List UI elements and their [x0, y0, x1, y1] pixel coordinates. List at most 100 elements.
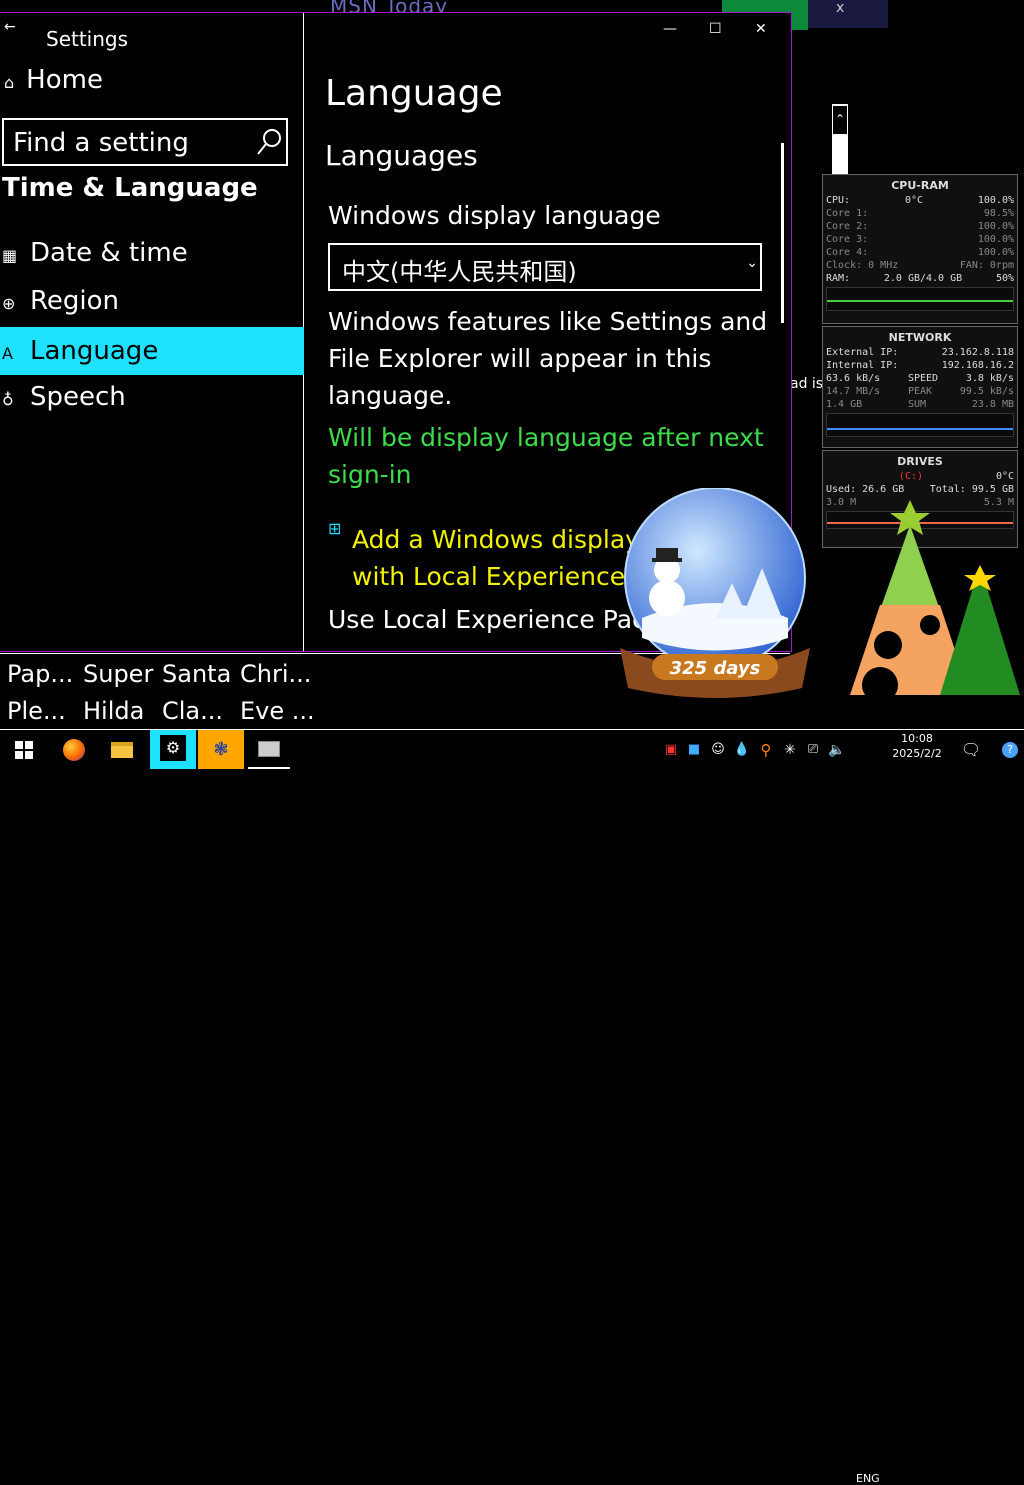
- category-title: Time & Language: [2, 173, 258, 203]
- bookmark-line: Santa: [162, 660, 232, 688]
- internal-ip: 192.168.16.2: [941, 360, 1014, 371]
- sidebar-item-label: Language: [30, 336, 159, 366]
- background-blue-tile: [808, 0, 888, 28]
- settings-taskbar-button[interactable]: ⚙: [150, 730, 196, 769]
- file-explorer-taskbar-button[interactable]: [102, 730, 142, 769]
- people-icon: ❃: [213, 739, 229, 760]
- ram-graph: [826, 287, 1014, 311]
- volume-icon[interactable]: 🔈: [826, 730, 848, 769]
- bookmark-line: Pap...: [7, 660, 74, 688]
- home-label: Home: [26, 65, 103, 95]
- fan-readout: FAN: 0rpm: [959, 260, 1014, 271]
- people-app-taskbar-button[interactable]: ❃: [198, 730, 244, 769]
- display-language-label: Windows display language: [328, 201, 661, 230]
- internal-ip-label: Internal IP:: [826, 360, 899, 371]
- action-center-icon[interactable]: 🗨: [958, 730, 984, 769]
- sidebar-item-language[interactable]: A Language: [0, 327, 304, 375]
- search-input[interactable]: Find a setting: [2, 118, 288, 166]
- display-language-dropdown[interactable]: 中文(中华人民共和国) ⌄: [328, 243, 762, 291]
- bookmark-item[interactable]: Pap... Ple...: [7, 656, 73, 730]
- core-value: 100.0%: [977, 221, 1014, 232]
- maximize-button[interactable]: ☐: [709, 21, 722, 37]
- search-icon[interactable]: [256, 128, 282, 156]
- bookmark-line: Cla...: [162, 697, 224, 725]
- sidebar-item-speech[interactable]: ♁ Speech: [0, 373, 304, 421]
- help-icon: ?: [1002, 741, 1018, 758]
- start-button[interactable]: [2, 730, 46, 769]
- minimize-button[interactable]: —: [663, 21, 677, 37]
- core-value: 100.0%: [977, 247, 1014, 258]
- snow-globe-gadget[interactable]: 325 days: [612, 488, 818, 700]
- bookmark-line: Ple...: [7, 697, 66, 725]
- scrollbar[interactable]: [781, 143, 784, 323]
- sidebar-item-region[interactable]: ⊕ Region: [0, 277, 304, 325]
- firefox-icon: [63, 738, 85, 761]
- clock-readout: Clock: 0 MHz: [826, 260, 899, 271]
- external-ip-label: External IP:: [826, 347, 899, 358]
- tray-star-icon[interactable]: ✳: [780, 730, 800, 769]
- cpu-label: CPU:: [826, 195, 851, 206]
- network-graph: [826, 413, 1014, 437]
- sidebar-item-date-time[interactable]: ▦ Date & time: [0, 229, 304, 277]
- store-icon: ⊞: [328, 519, 342, 538]
- gear-icon: ⚙: [160, 735, 186, 761]
- back-icon[interactable]: ←: [4, 19, 16, 35]
- sidebar-item-label: Speech: [30, 382, 126, 412]
- upload-sum: 23.8 MB: [971, 399, 1014, 410]
- download-peak: 14.7 MB/s: [826, 386, 881, 397]
- bookmark-line: Hilda: [83, 697, 145, 725]
- home-icon: ⌂: [4, 73, 15, 92]
- background-scroll-strip: ⌃: [832, 104, 848, 174]
- upload-speed: 3.8 kB/s: [965, 373, 1014, 384]
- tray-people-icon[interactable]: ☺: [706, 730, 730, 769]
- cpu-ram-widget: CPU-RAM CPU: 0°C 100.0% Core 1: 98.5% Core …: [822, 174, 1018, 324]
- close-button[interactable]: ✕: [755, 21, 767, 37]
- core-label: Core 1:: [826, 208, 869, 219]
- widget-title: CPU-RAM: [891, 179, 949, 192]
- download-speed: 63.6 kB/s: [826, 373, 881, 384]
- days-counter: 325 days: [670, 658, 761, 679]
- control-panel-taskbar-button[interactable]: [248, 730, 290, 769]
- pending-change-notice: Will be display language after next sign…: [328, 423, 764, 489]
- taskbar: ⚙ ❃ ▣ ■ ☺ 💧 ⚲ ✳ ⎚ 🔈 ENG 10:08 2025/2/2 🗨…: [0, 729, 1024, 1485]
- sidebar-item-label: Date & time: [30, 238, 188, 268]
- external-ip: 23.162.8.118: [941, 347, 1014, 358]
- display-language-description: Windows features like Settings and File …: [328, 307, 768, 410]
- speed-label: SPEED: [907, 373, 939, 384]
- help-button[interactable]: ?: [998, 730, 1022, 769]
- settings-sidebar: ← Settings ⌂ Home Find a setting Time & L…: [0, 13, 304, 651]
- folder-icon: [111, 741, 133, 758]
- drive-temp: 0°C: [995, 471, 1014, 482]
- globe-icon: ⊕: [2, 294, 16, 313]
- ram-label: RAM:: [826, 273, 851, 284]
- drive-letter: (C:): [898, 471, 924, 482]
- tray-red-icon[interactable]: ▣: [660, 730, 682, 769]
- bookmark-line: Chri...: [240, 660, 312, 688]
- home-nav-item[interactable]: ⌂ Home: [0, 65, 103, 95]
- scroll-up-icon[interactable]: ⌃: [833, 106, 847, 134]
- bookmark-line: Super: [83, 660, 154, 688]
- input-language-indicator[interactable]: ENG: [856, 1472, 880, 1485]
- network-icon[interactable]: ⎚: [802, 730, 824, 769]
- background-close-button[interactable]: x: [836, 0, 844, 16]
- bookmark-item[interactable]: Chri... Eve ...: [240, 656, 315, 730]
- sum-label: SUM: [907, 399, 927, 410]
- tray-blue-square-icon[interactable]: ■: [684, 730, 704, 769]
- calendar-clock-icon: ▦: [2, 246, 18, 265]
- widget-title: NETWORK: [888, 331, 952, 344]
- search-placeholder: Find a setting: [13, 128, 189, 158]
- christmas-trees-gadget: [850, 500, 1020, 703]
- cpu-percent: 100.0%: [977, 195, 1014, 206]
- peak-label: PEAK: [907, 386, 933, 397]
- language-icon: A: [2, 344, 13, 363]
- bookmark-item[interactable]: Super Hilda: [83, 656, 153, 730]
- firefox-taskbar-button[interactable]: [54, 730, 94, 769]
- tray-magnifier-icon[interactable]: ⚲: [754, 730, 778, 769]
- dropdown-value: 中文(中华人民共和国): [342, 258, 577, 286]
- download-sum: 1.4 GB: [826, 399, 863, 410]
- network-widget: NETWORK External IP: 23.162.8.118 Interna…: [822, 326, 1018, 448]
- bookmark-item[interactable]: Santa Cla...: [162, 656, 231, 730]
- core-label: Core 2:: [826, 221, 869, 232]
- tray-drop-icon[interactable]: 💧: [732, 730, 752, 769]
- taskbar-clock[interactable]: 10:08 2025/2/2: [882, 731, 952, 761]
